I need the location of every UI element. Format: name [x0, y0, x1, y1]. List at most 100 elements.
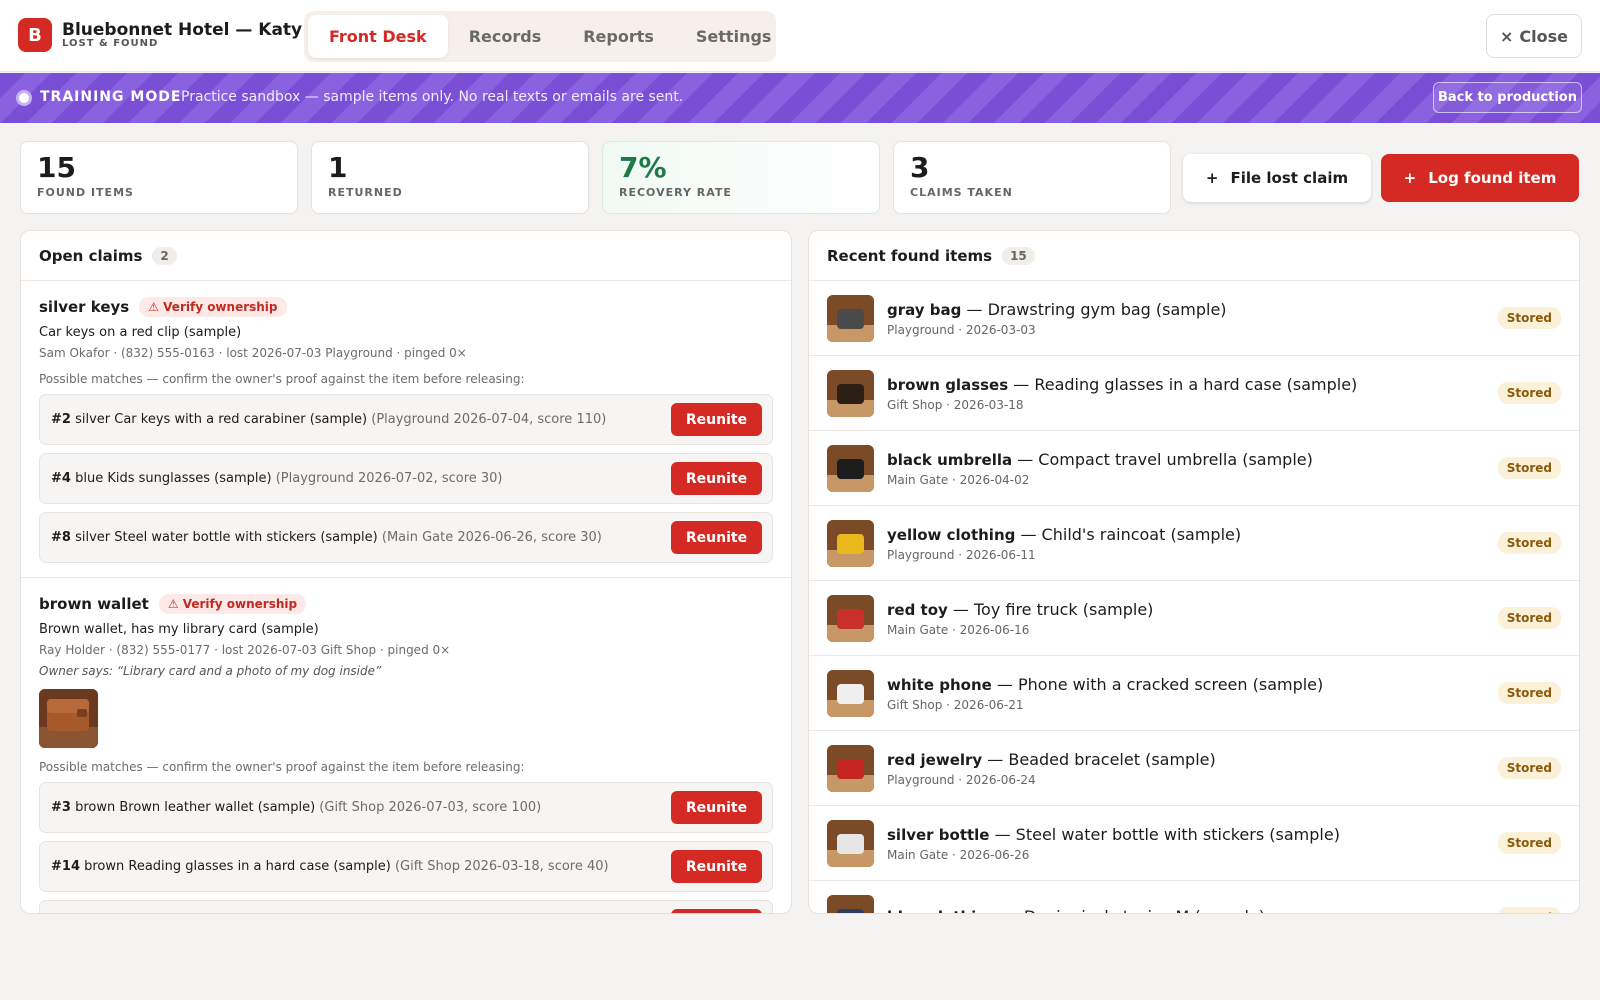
found-item-row[interactable]: silver bottle — Steel water bottle with …: [809, 806, 1579, 881]
back-to-production-button[interactable]: Back to production: [1433, 82, 1582, 113]
item-meta: Main Gate · 2026-06-26: [887, 847, 1030, 862]
found-items-title: Recent found items: [827, 246, 993, 265]
claim-meta: Sam Okafor · (832) 555-0163 · lost 2026-…: [39, 346, 467, 360]
claim-description: Brown wallet, has my library card (sampl…: [39, 622, 319, 637]
file-lost-claim-button[interactable]: + File lost claim: [1183, 154, 1371, 202]
match-number: #8: [51, 530, 71, 545]
recent-found-items-panel: Recent found items 15 gray bag — Drawstr…: [808, 230, 1580, 914]
stored-status-badge: Stored: [1497, 607, 1561, 629]
hotel-title: Bluebonnet Hotel — Katy: [62, 20, 303, 40]
found-item-row[interactable]: gray bag — Drawstring gym bag (sample) Pl…: [809, 281, 1579, 356]
item-tag: red toy: [887, 600, 948, 619]
found-items-header: Recent found items 15: [809, 231, 1579, 281]
training-indicator-icon: [16, 90, 32, 106]
stored-status-badge: Stored: [1497, 532, 1561, 554]
stat-recovery-rate: 7% RECOVERY RATE: [602, 141, 880, 214]
tab-reports[interactable]: Reports: [562, 15, 675, 58]
found-item-row[interactable]: white phone — Phone with a cracked scree…: [809, 656, 1579, 731]
item-photo: [827, 894, 874, 913]
item-description: — Toy fire truck (sample): [952, 599, 1154, 619]
item-tag: red jewelry: [887, 750, 983, 769]
tab-records[interactable]: Records: [448, 15, 563, 58]
reunite-button[interactable]: Reunite: [671, 403, 762, 436]
wallet-photo: [39, 689, 98, 748]
tab-front-desk[interactable]: Front Desk: [308, 15, 448, 58]
found-item-photo: [827, 669, 874, 717]
open-claims-count: 2: [152, 246, 177, 265]
found-item-row[interactable]: red jewelry — Beaded bracelet (sample) Pl…: [809, 731, 1579, 806]
claim-meta: Ray Holder · (832) 555-0177 · lost 2026-…: [39, 643, 451, 657]
match-details: (Playground 2026-07-04, score 110): [371, 412, 607, 427]
reunite-button[interactable]: Reunite: [671, 850, 762, 883]
match-number: #3: [51, 800, 71, 815]
plus-icon: +: [1205, 169, 1219, 187]
reunite-button[interactable]: Reunite: [671, 521, 762, 554]
match-description: silver Car keys with a red carabiner (sa…: [75, 412, 368, 427]
item-tag: white phone: [887, 675, 992, 694]
file-lost-claim-label: File lost claim: [1230, 169, 1349, 187]
stat-value: 7%: [619, 151, 667, 184]
training-mode-text: Practice sandbox — sample items only. No…: [181, 89, 684, 105]
tab-settings[interactable]: Settings: [675, 15, 793, 58]
item-tag: black umbrella: [887, 450, 1013, 469]
match-row: #3 brown Brown leather wallet (sample) (…: [39, 782, 773, 833]
stored-status-badge: Stored: [1497, 832, 1561, 854]
item-meta: Playground · 2026-03-03: [887, 322, 1036, 337]
log-found-item-button[interactable]: + Log found item: [1381, 154, 1579, 202]
found-item-row[interactable]: red toy — Toy fire truck (sample) Main Ga…: [809, 581, 1579, 656]
item-tag: yellow clothing: [887, 525, 1016, 544]
item-tag: brown glasses: [887, 375, 1009, 394]
stat-claims-taken: 3 CLAIMS TAKEN: [893, 141, 1171, 214]
app-subtitle: LOST & FOUND: [62, 38, 159, 49]
match-row: #8 silver Steel water bottle with sticke…: [39, 512, 773, 563]
verify-ownership-badge: ⚠ Verify ownership: [158, 594, 307, 614]
found-item-row[interactable]: blue clothing — Denim jacket, size M (sa…: [809, 881, 1579, 914]
item-photo: [827, 594, 874, 642]
stat-value: 3: [910, 151, 930, 184]
found-item-photo: [827, 294, 874, 342]
claim-item-name: brown wallet: [39, 595, 149, 613]
reunite-button[interactable]: Reunite: [671, 909, 762, 913]
reunite-button[interactable]: Reunite: [671, 791, 762, 824]
training-mode-banner: TRAINING MODE Practice sandbox — sample …: [0, 73, 1600, 123]
found-items-list: gray bag — Drawstring gym bag (sample) Pl…: [809, 281, 1579, 914]
found-item-row[interactable]: yellow clothing — Child's raincoat (samp…: [809, 506, 1579, 581]
item-tag: silver bottle: [887, 825, 990, 844]
item-photo: [827, 519, 874, 567]
claim-item-name: silver keys: [39, 298, 130, 316]
close-button[interactable]: × Close: [1486, 14, 1582, 58]
main-tabs: Front Desk Records Reports Settings: [304, 11, 776, 62]
item-description: — Compact travel umbrella (sample): [1017, 449, 1313, 469]
reunite-button[interactable]: Reunite: [671, 462, 762, 495]
found-item-row[interactable]: brown glasses — Reading glasses in a har…: [809, 356, 1579, 431]
item-description: — Child's raincoat (sample): [1020, 524, 1242, 544]
item-meta: Gift Shop · 2026-03-18: [887, 397, 1024, 412]
stat-returned: 1 RETURNED: [311, 141, 589, 214]
found-item-photo: [827, 369, 874, 417]
match-details: (Gift Shop 2026-03-18, score 40): [394, 859, 609, 874]
found-item-photo: [827, 744, 874, 792]
claim-photo-thumbnail[interactable]: [39, 689, 98, 748]
found-items-count: 15: [1002, 246, 1035, 265]
item-photo: [827, 369, 874, 417]
close-icon: ×: [1500, 26, 1514, 46]
close-label: Close: [1519, 26, 1568, 46]
match-number: #4: [51, 471, 71, 486]
item-photo: [827, 444, 874, 492]
stored-status-badge: Stored: [1497, 682, 1561, 704]
item-meta: Playground · 2026-06-24: [887, 772, 1036, 787]
match-description: blue Kids sunglasses (sample): [75, 471, 272, 486]
match-row: #2 silver Car keys with a red carabiner …: [39, 394, 773, 445]
found-item-row[interactable]: black umbrella — Compact travel umbrella…: [809, 431, 1579, 506]
log-found-item-label: Log found item: [1428, 169, 1557, 187]
owner-proof-quote: Owner says: “Library card and a photo of…: [39, 664, 382, 678]
app-header: B Bluebonnet Hotel — Katy LOST & FOUND F…: [0, 0, 1600, 72]
item-description: — Denim jacket, size M (sample): [1003, 907, 1265, 914]
item-meta: Gift Shop · 2026-06-21: [887, 697, 1024, 712]
match-row: #14 brown Reading glasses in a hard case…: [39, 841, 773, 892]
item-description: — Steel water bottle with stickers (samp…: [994, 824, 1340, 844]
item-tag: gray bag: [887, 300, 962, 319]
item-description: — Beaded bracelet (sample): [987, 749, 1216, 769]
stat-label: CLAIMS TAKEN: [910, 186, 1013, 199]
match-description: brown Brown leather wallet (sample): [75, 800, 316, 815]
